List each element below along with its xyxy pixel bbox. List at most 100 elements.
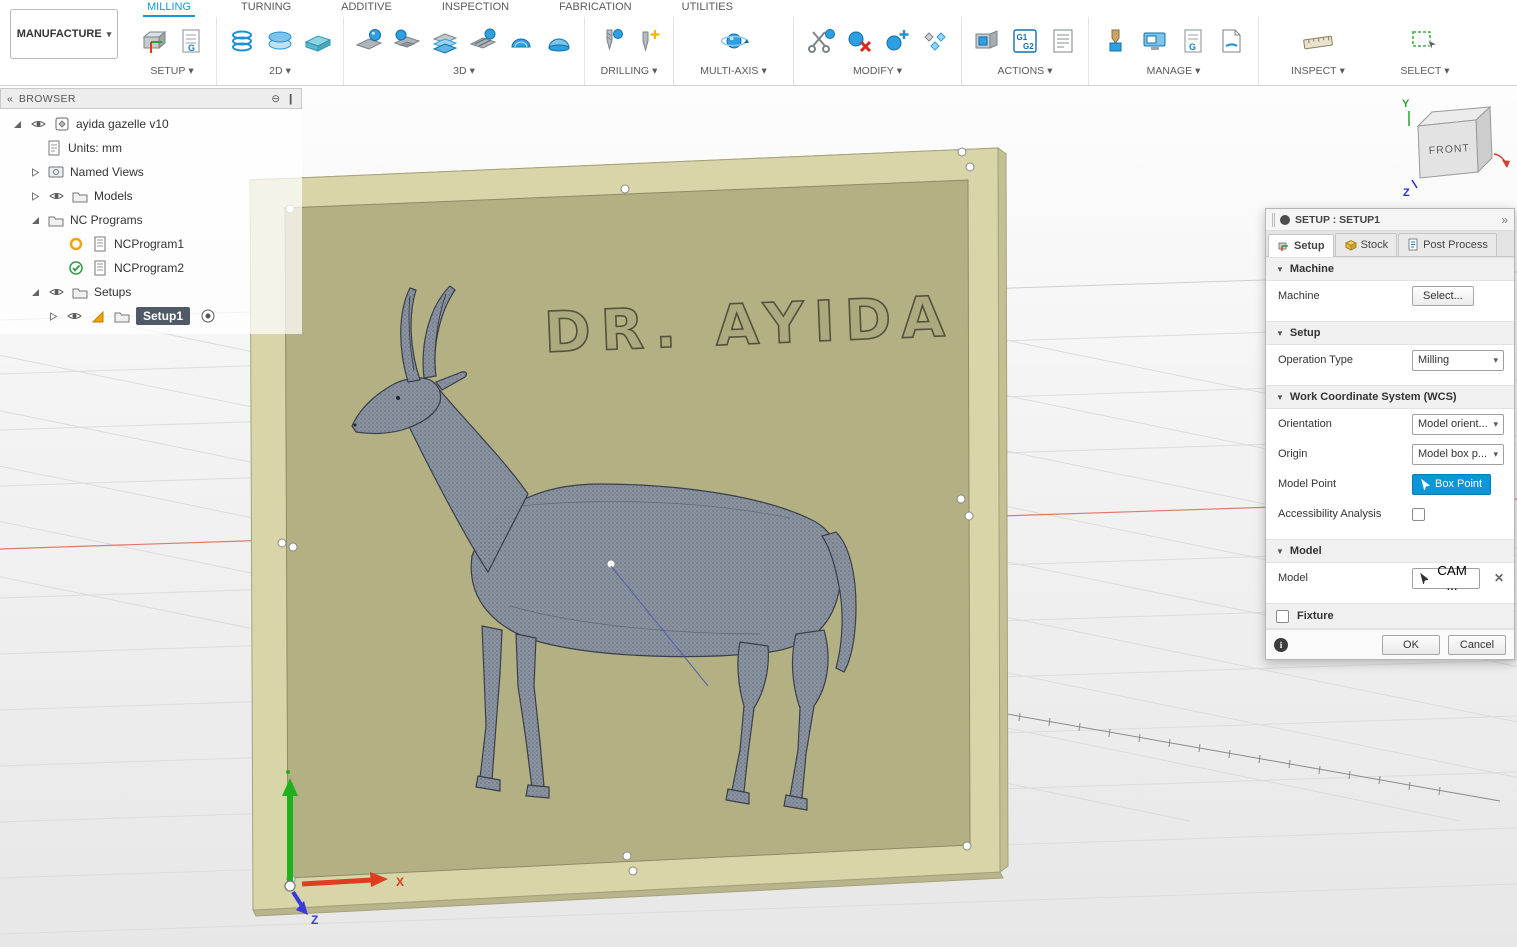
section-fixture-header: Fixture xyxy=(1266,603,1514,629)
group-label-2d[interactable]: 2D ▾ xyxy=(269,63,291,77)
pocket-clearing-icon[interactable] xyxy=(388,22,426,60)
model-select-button[interactable]: CAM ... xyxy=(1412,563,1480,593)
visibility-eye-icon[interactable] xyxy=(46,285,66,299)
tap-icon[interactable] xyxy=(629,22,667,60)
workspace-switcher-button[interactable]: MANUFACTURE ▾ xyxy=(10,9,118,59)
collapse-panel-icon[interactable]: « xyxy=(7,93,13,105)
browser-item-named-views[interactable]: Named Views xyxy=(0,160,302,184)
delete-passes-icon[interactable] xyxy=(840,22,878,60)
fixture-checkbox[interactable] xyxy=(1276,609,1289,623)
minimize-panel-icon[interactable]: ⊖ xyxy=(271,93,280,105)
expander-expanded-icon[interactable] xyxy=(28,285,42,299)
group-label-setup[interactable]: SETUP ▾ xyxy=(150,63,193,77)
dialog-titlebar[interactable]: SETUP : SETUP1 » xyxy=(1266,209,1514,231)
section-machine-header[interactable]: ▼ Machine xyxy=(1266,257,1514,281)
browser-item-models[interactable]: Models xyxy=(0,184,302,208)
steep-shallow-icon[interactable] xyxy=(426,22,464,60)
setup-sheet-icon[interactable] xyxy=(1044,22,1082,60)
measure-icon[interactable] xyxy=(1299,22,1337,60)
panel-resize-handle[interactable]: ❙ xyxy=(286,93,295,105)
scallop-icon[interactable] xyxy=(502,22,540,60)
tool-library-icon[interactable] xyxy=(1098,22,1136,60)
dialog-tab-post-process[interactable]: Post Process xyxy=(1398,233,1497,256)
expander-collapsed-icon[interactable] xyxy=(46,309,60,323)
ribbon-tab-strip: MILLING TURNING ADDITIVE INSPECTION FABR… xyxy=(143,0,737,17)
section-caret-icon: ▼ xyxy=(1276,546,1284,556)
group-label-modify[interactable]: MODIFY ▾ xyxy=(853,63,902,77)
group-label-inspect[interactable]: INSPECT ▾ xyxy=(1291,63,1345,77)
machine-library-icon[interactable] xyxy=(1136,22,1174,60)
tab-utilities[interactable]: UTILITIES xyxy=(678,0,737,15)
chevron-down-icon: ▾ xyxy=(1493,448,1498,459)
tab-inspection[interactable]: INSPECTION xyxy=(438,0,513,15)
2d-pocket-icon[interactable] xyxy=(261,22,299,60)
group-label-select[interactable]: SELECT ▾ xyxy=(1400,63,1449,77)
y-axis-arrow[interactable] xyxy=(287,792,293,882)
tab-turning[interactable]: TURNING xyxy=(237,0,295,15)
expander-collapsed-icon[interactable] xyxy=(28,189,42,203)
optimize-icon[interactable] xyxy=(916,22,954,60)
box-point-button[interactable]: Box Point xyxy=(1412,473,1492,495)
expander-expanded-icon[interactable] xyxy=(28,213,42,227)
section-setup-header[interactable]: ▼ Setup xyxy=(1266,321,1514,345)
operation-type-select[interactable]: Milling ▾ xyxy=(1412,349,1504,371)
post-process-icon[interactable]: G1 G2 xyxy=(1006,22,1044,60)
active-setup-marker-icon[interactable] xyxy=(200,308,216,324)
add-passes-icon[interactable] xyxy=(878,22,916,60)
browser-item-setups[interactable]: Setups xyxy=(0,280,302,304)
browser-item-ncprogram1[interactable]: NCProgram1 xyxy=(0,232,302,256)
expander-expanded-icon[interactable] xyxy=(10,117,24,131)
tab-additive[interactable]: ADDITIVE xyxy=(337,0,396,15)
visibility-eye-icon[interactable] xyxy=(46,189,66,203)
spiral-icon[interactable] xyxy=(540,22,578,60)
section-model-header[interactable]: ▼ Model xyxy=(1266,539,1514,563)
svg-text:G: G xyxy=(188,43,195,53)
setup-dialog: SETUP : SETUP1 » Setup Stock Post Proces… xyxy=(1265,208,1515,660)
simulate-icon[interactable] xyxy=(968,22,1006,60)
info-icon[interactable]: i xyxy=(1274,637,1288,652)
cancel-button[interactable]: Cancel xyxy=(1448,634,1506,655)
tab-fabrication[interactable]: FABRICATION xyxy=(555,0,636,15)
browser-item-units[interactable]: Units: mm xyxy=(0,136,302,160)
dialog-detach-icon[interactable]: » xyxy=(1501,213,1508,227)
browser-item-nc-programs[interactable]: NC Programs xyxy=(0,208,302,232)
browser-item-ncprogram2[interactable]: NCProgram2 xyxy=(0,256,302,280)
clear-selection-icon[interactable]: ✕ xyxy=(1494,571,1504,585)
view-cube[interactable]: Y FRONT Z xyxy=(1398,94,1514,198)
visibility-eye-icon[interactable] xyxy=(28,117,48,131)
new-ncprogram-icon[interactable]: G xyxy=(172,22,210,60)
trim-icon[interactable] xyxy=(802,22,840,60)
folder-icon xyxy=(70,284,90,300)
section-wcs-header[interactable]: ▼ Work Coordinate System (WCS) xyxy=(1266,385,1514,409)
accessibility-checkbox[interactable] xyxy=(1412,507,1425,521)
parallel-icon[interactable] xyxy=(464,22,502,60)
group-label-drilling[interactable]: DRILLING ▾ xyxy=(601,63,658,77)
dialog-tab-setup[interactable]: Setup xyxy=(1268,234,1334,257)
expander-collapsed-icon[interactable] xyxy=(28,165,42,179)
group-label-actions[interactable]: ACTIONS ▾ xyxy=(998,63,1053,77)
group-label-3d[interactable]: 3D ▾ xyxy=(453,63,475,77)
multi-axis-icon[interactable] xyxy=(715,22,753,60)
dialog-grip-icon[interactable] xyxy=(1272,212,1275,227)
template-library-icon[interactable] xyxy=(1212,22,1250,60)
visibility-eye-icon[interactable] xyxy=(64,309,84,323)
group-label-manage[interactable]: MANAGE ▾ xyxy=(1147,63,1201,77)
browser-item-setup1[interactable]: Setup1 xyxy=(0,304,302,328)
orientation-select[interactable]: Model orient... ▾ xyxy=(1412,413,1504,435)
face-icon[interactable] xyxy=(299,22,337,60)
origin-select[interactable]: Model box p... ▾ xyxy=(1412,443,1504,465)
origin-point[interactable] xyxy=(284,880,296,892)
tab-milling[interactable]: MILLING xyxy=(143,0,196,17)
2d-adaptive-icon[interactable] xyxy=(223,22,261,60)
g-code-editor-icon[interactable]: G xyxy=(1174,22,1212,60)
new-setup-icon[interactable] xyxy=(134,22,172,60)
ok-button[interactable]: OK xyxy=(1382,634,1440,655)
browser-item-document-root[interactable]: ayida gazelle v10 xyxy=(0,112,302,136)
machine-select-button[interactable]: Select... xyxy=(1412,286,1474,306)
dialog-tab-stock[interactable]: Stock xyxy=(1334,233,1398,256)
group-label-multi-axis[interactable]: MULTI-AXIS ▾ xyxy=(700,63,766,77)
drill-icon[interactable] xyxy=(591,22,629,60)
adaptive-clearing-icon[interactable] xyxy=(350,22,388,60)
group-manage: G MANAGE ▾ xyxy=(1089,17,1259,85)
selection-box-icon[interactable] xyxy=(1406,22,1444,60)
